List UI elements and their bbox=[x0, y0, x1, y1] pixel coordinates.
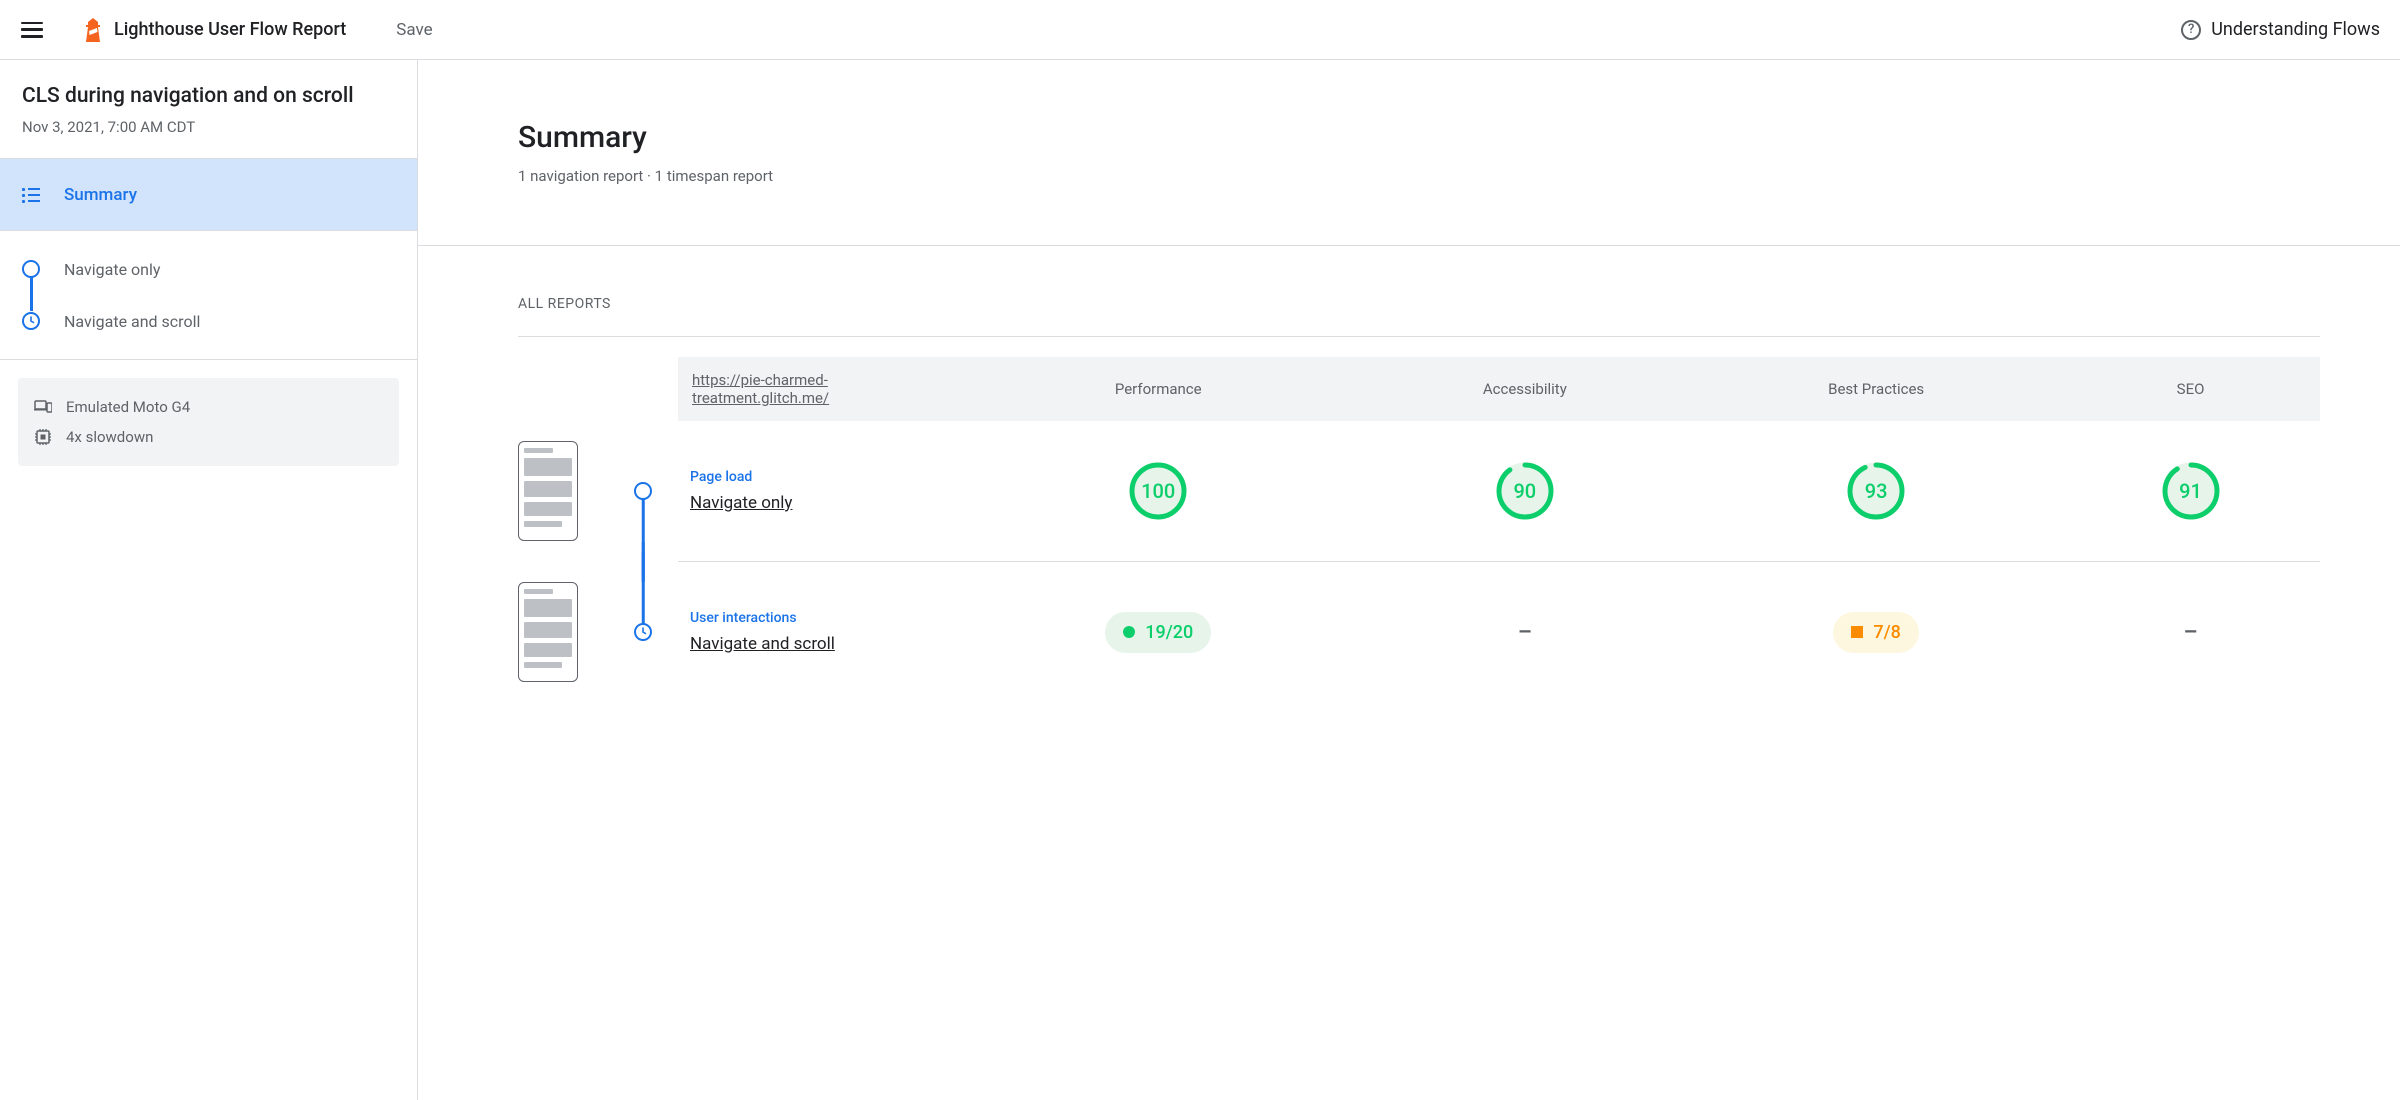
gauge-seo[interactable]: 91 bbox=[2161, 461, 2221, 521]
page-title: Summary bbox=[518, 120, 2400, 155]
env-cpu-label: 4x slowdown bbox=[66, 428, 153, 446]
screenshot-thumbnail[interactable] bbox=[518, 441, 578, 541]
app-title: Lighthouse User Flow Report bbox=[114, 19, 346, 40]
env-device: Emulated Moto G4 bbox=[34, 392, 383, 422]
table-row: User interactions Navigate and scroll 19… bbox=[518, 562, 2320, 702]
sidebar-item-summary[interactable]: Summary bbox=[0, 159, 417, 231]
sidebar-step-label: Navigate and scroll bbox=[64, 312, 200, 331]
navigation-marker-icon bbox=[22, 260, 40, 278]
understanding-flows-label: Understanding Flows bbox=[2211, 19, 2380, 40]
screenshot-thumbnail[interactable] bbox=[518, 582, 578, 682]
sidebar-step-label: Navigate only bbox=[64, 260, 160, 279]
sidebar-header: CLS during navigation and on scroll Nov … bbox=[0, 60, 417, 159]
environment-block: Emulated Moto G4 4x slowdown bbox=[18, 378, 399, 466]
lighthouse-logo-icon bbox=[84, 18, 102, 42]
sidebar-summary-label: Summary bbox=[64, 185, 137, 205]
step-type-label: User interactions bbox=[690, 610, 946, 626]
table-row: Page load Navigate only 100 90 93 91 bbox=[518, 421, 2320, 561]
gauge-performance[interactable]: 100 bbox=[1128, 461, 1188, 521]
sidebar-step-navigate-only[interactable]: Navigate only bbox=[22, 251, 395, 287]
pill-best-practices[interactable]: 7/8 bbox=[1833, 612, 1918, 653]
gauge-best-practices[interactable]: 93 bbox=[1846, 461, 1906, 521]
gauge-accessibility[interactable]: 90 bbox=[1495, 461, 1555, 521]
sidebar: CLS during navigation and on scroll Nov … bbox=[0, 60, 418, 1100]
cpu-icon bbox=[34, 428, 52, 446]
main-header: Summary 1 navigation report · 1 timespan… bbox=[418, 60, 2400, 245]
menu-icon[interactable] bbox=[20, 18, 44, 42]
navigation-marker-icon bbox=[634, 482, 652, 500]
env-device-label: Emulated Moto G4 bbox=[66, 398, 190, 416]
dash-accessibility: – bbox=[1518, 620, 1532, 645]
flow-title: CLS during navigation and on scroll bbox=[22, 84, 395, 108]
timespan-marker-icon bbox=[22, 312, 40, 330]
dash-seo: – bbox=[2184, 620, 2198, 645]
pass-circle-icon bbox=[1123, 626, 1135, 638]
sidebar-steps: Navigate only Navigate and scroll bbox=[0, 231, 417, 360]
env-cpu: 4x slowdown bbox=[34, 422, 383, 452]
save-button[interactable]: Save bbox=[396, 20, 432, 40]
pill-performance[interactable]: 19/20 bbox=[1105, 612, 1211, 653]
main-content: Summary 1 navigation report · 1 timespan… bbox=[418, 60, 2400, 1100]
step-type-label: Page load bbox=[690, 469, 946, 485]
col-seo: SEO bbox=[2061, 357, 2320, 421]
device-icon bbox=[34, 398, 52, 416]
timespan-marker-icon bbox=[634, 623, 652, 641]
reports-table: https://pie-charmed-treatment.glitch.me/… bbox=[518, 357, 2320, 702]
step-name-link[interactable]: Navigate and scroll bbox=[690, 634, 946, 654]
all-reports-label: ALL REPORTS bbox=[418, 246, 2400, 336]
url-header[interactable]: https://pie-charmed-treatment.glitch.me/ bbox=[678, 357, 958, 421]
flow-date: Nov 3, 2021, 7:00 AM CDT bbox=[22, 118, 395, 136]
summary-icon bbox=[22, 188, 40, 202]
topbar: Lighthouse User Flow Report Save ? Under… bbox=[0, 0, 2400, 60]
page-subtitle: 1 navigation report · 1 timespan report bbox=[518, 167, 2400, 185]
col-performance: Performance bbox=[958, 357, 1358, 421]
col-accessibility: Accessibility bbox=[1358, 357, 1691, 421]
step-name-link[interactable]: Navigate only bbox=[690, 493, 946, 513]
help-icon: ? bbox=[2181, 20, 2201, 40]
col-best-practices: Best Practices bbox=[1691, 357, 2061, 421]
sidebar-step-navigate-and-scroll[interactable]: Navigate and scroll bbox=[22, 303, 395, 339]
average-square-icon bbox=[1851, 626, 1863, 638]
understanding-flows-link[interactable]: ? Understanding Flows bbox=[2181, 19, 2380, 40]
table-header-row: https://pie-charmed-treatment.glitch.me/… bbox=[518, 357, 2320, 421]
